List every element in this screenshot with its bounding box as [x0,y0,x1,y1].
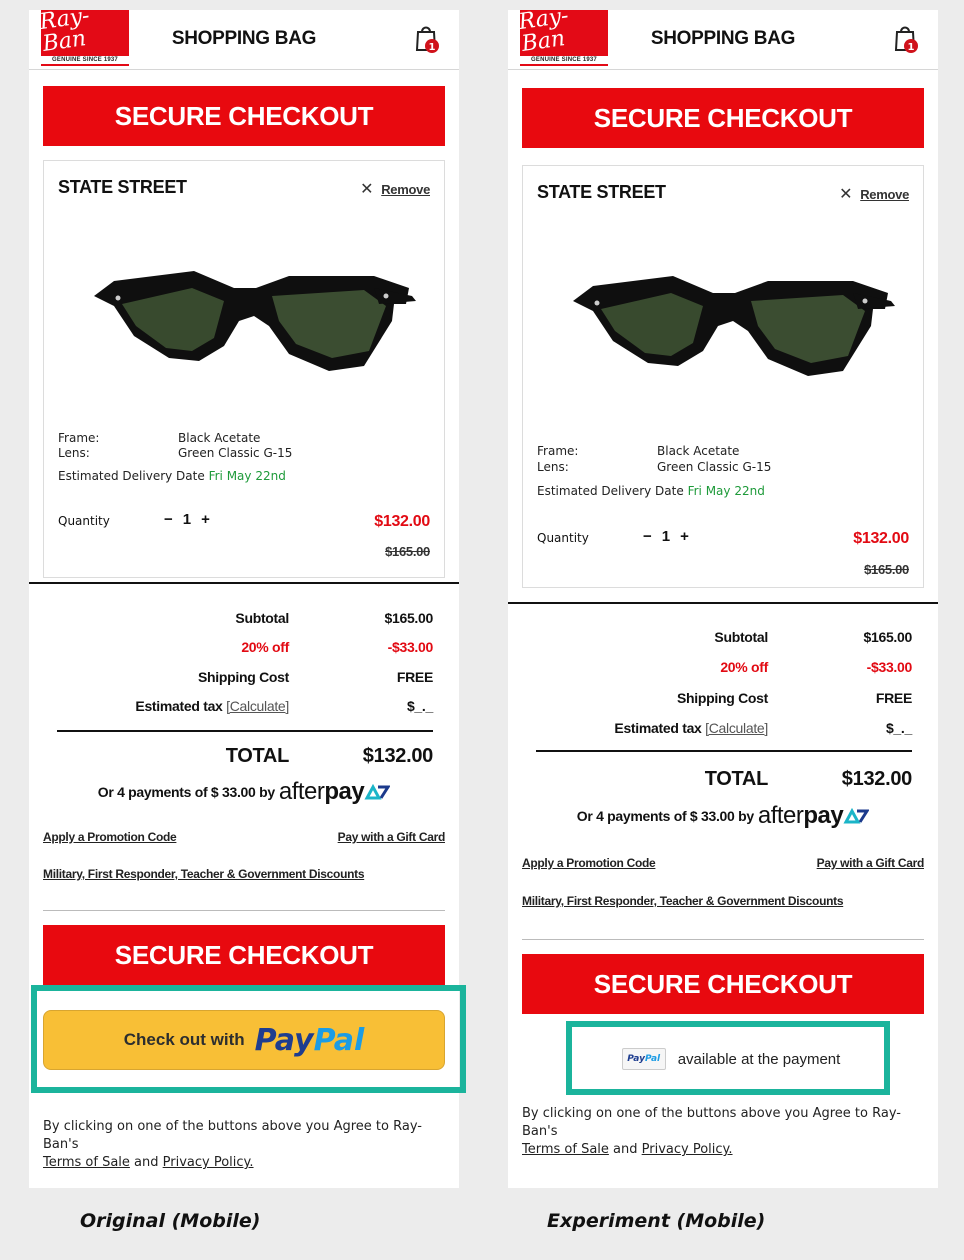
secure-checkout-button-bottom[interactable]: SECURE CHECKOUT [43,925,445,985]
sale-price: $132.00 [374,513,430,530]
highlight-box [566,1021,890,1095]
page-title: SHOPPING BAG [650,28,796,49]
original-mobile-panel: Ray-Ban GENUINE SINCE 1937 SHOPPING BAG … [29,3,466,1188]
quantity-decrease-button[interactable]: − [643,528,652,545]
afterpay-info: Or 4 payments of $ 33.00 by after pay [508,802,938,830]
privacy-policy-link[interactable]: Privacy Policy. [642,1142,733,1157]
sale-price: $132.00 [853,530,909,547]
secure-checkout-button-bottom[interactable]: SECURE CHECKOUT [522,954,924,1014]
quantity-increase-button[interactable]: + [201,511,210,528]
divider [43,910,445,911]
product-card: STATE STREET ✕ Remove Frame: Black Acetate… [43,160,445,578]
header: Ray-Ban GENUINE SINCE 1937 SHOPPING BAG … [29,3,459,70]
original-price: $165.00 [385,544,430,559]
frame-spec: Frame: Black Acetate [58,431,261,445]
quantity-decrease-button[interactable]: − [164,511,173,528]
quantity-label: Quantity [537,531,589,545]
product-card: STATE STREET ✕ Remove Frame: Black Acetate… [522,165,924,588]
lens-spec: Lens: Green Classic G-15 [58,446,293,460]
quantity-value: 1 [661,528,671,545]
caption-original: Original (Mobile) [80,1210,261,1232]
shopping-bag-icon[interactable]: 1 [892,24,920,54]
afterpay-logo: after pay [758,802,870,830]
calculate-tax-link[interactable]: [Calculate] [705,720,768,736]
product-name: STATE STREET [537,182,666,202]
frame-spec: Frame: Black Acetate [537,444,740,458]
delivery-date: Estimated Delivery Date Fri May 22nd [58,469,286,483]
remove-button[interactable]: ✕ Remove [839,184,909,204]
original-price: $165.00 [864,562,909,577]
product-name: STATE STREET [58,177,187,197]
lens-spec: Lens: Green Classic G-15 [537,460,772,474]
summary-rule [536,750,912,752]
caption-experiment: Experiment (Mobile) [547,1210,766,1232]
quantity-stepper: −1 + [164,511,220,528]
afterpay-info: Or 4 payments of $ 33.00 by after pay [29,778,459,806]
terms-text: By clicking on one of the buttons above … [43,1119,422,1170]
secure-checkout-button-top[interactable]: SECURE CHECKOUT [43,86,445,146]
terms-text: By clicking on one of the buttons above … [522,1106,901,1157]
discounts-link[interactable]: Military, First Responder, Teacher & Gov… [522,894,844,908]
remove-button[interactable]: ✕ Remove [360,179,430,199]
terms-of-sale-link[interactable]: Terms of Sale [43,1155,130,1170]
delivery-date: Estimated Delivery Date Fri May 22nd [537,484,765,498]
header: Ray-Ban GENUINE SINCE 1937 SHOPPING BAG … [508,3,938,70]
secure-checkout-button-top[interactable]: SECURE CHECKOUT [522,88,924,148]
product-image [94,271,416,371]
promotion-code-link[interactable]: Apply a Promotion Code [522,856,656,870]
bag-count-badge: 1 [908,42,915,53]
gift-card-link[interactable]: Pay with a Gift Card [817,856,925,870]
gift-card-link[interactable]: Pay with a Gift Card [338,830,446,844]
calculate-tax-link[interactable]: [Calculate] [226,698,289,714]
divider [522,939,924,940]
close-icon: ✕ [839,186,853,203]
highlight-box [31,985,466,1093]
quantity-stepper: −1 + [643,528,699,545]
divider [29,582,459,584]
discounts-link[interactable]: Military, First Responder, Teacher & Gov… [43,867,365,881]
divider [508,602,938,604]
promotion-code-link[interactable]: Apply a Promotion Code [43,830,177,844]
quantity-increase-button[interactable]: + [680,528,689,545]
product-image [573,276,895,376]
shopping-bag-icon[interactable]: 1 [413,24,441,54]
quantity-label: Quantity [58,514,110,528]
afterpay-logo: after pay [279,778,391,806]
privacy-policy-link[interactable]: Privacy Policy. [163,1155,254,1170]
quantity-value: 1 [182,511,192,528]
page-title: SHOPPING BAG [171,28,317,49]
close-icon: ✕ [360,181,374,198]
bag-count-badge: 1 [429,42,436,53]
terms-of-sale-link[interactable]: Terms of Sale [522,1142,609,1157]
summary-rule [57,730,433,732]
experiment-mobile-panel: Ray-Ban GENUINE SINCE 1937 SHOPPING BAG … [508,3,938,1188]
